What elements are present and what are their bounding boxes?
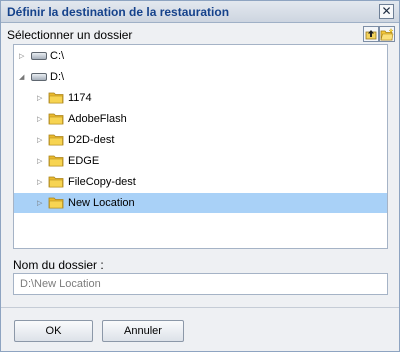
tree-item[interactable]: ▷ New Location bbox=[14, 193, 387, 213]
collapsed-arrow-icon[interactable]: ▷ bbox=[37, 157, 44, 165]
restore-destination-dialog: Définir la destination de la restauratio… bbox=[0, 0, 400, 352]
tree-item-label: D2D-dest bbox=[68, 134, 115, 146]
drive-icon bbox=[31, 52, 47, 60]
tree-item[interactable]: ▷ EDGE bbox=[14, 151, 387, 171]
tree-item-label: EDGE bbox=[68, 155, 100, 167]
tree-item[interactable]: ◢ D:\ bbox=[14, 67, 387, 87]
collapsed-arrow-icon[interactable]: ▷ bbox=[37, 178, 44, 186]
tree-item[interactable]: ▷ C:\ bbox=[14, 46, 387, 66]
folder-icon bbox=[48, 197, 64, 209]
close-button[interactable]: ✕ bbox=[379, 4, 394, 19]
expanded-arrow-icon[interactable]: ◢ bbox=[19, 73, 26, 81]
tree-item-label: D:\ bbox=[50, 71, 65, 83]
close-icon: ✕ bbox=[381, 4, 392, 18]
new-folder-button[interactable] bbox=[379, 26, 395, 42]
tree-item-label: 1174 bbox=[68, 92, 92, 104]
folder-icon bbox=[48, 176, 64, 188]
tree-item[interactable]: ▷ FileCopy-dest bbox=[14, 172, 387, 192]
collapsed-arrow-icon[interactable]: ▷ bbox=[37, 115, 44, 123]
folder-icon bbox=[48, 155, 64, 167]
collapsed-arrow-icon[interactable]: ▷ bbox=[19, 52, 26, 60]
folder-name-label: Nom du dossier : bbox=[13, 258, 104, 272]
select-folder-label: Sélectionner un dossier bbox=[7, 28, 133, 42]
folder-tree[interactable]: ▷ C:\ ◢ D:\ ▷ 1174 ▷ AdobeFlash ▷ D2D-dest ▷ EDGE ▷ F… bbox=[13, 44, 388, 249]
folder-icon bbox=[48, 113, 64, 125]
folder-icon bbox=[48, 134, 64, 146]
tree-item[interactable]: ▷ AdobeFlash bbox=[14, 109, 387, 129]
tree-item-label: AdobeFlash bbox=[68, 113, 127, 125]
up-folder-button[interactable] bbox=[363, 26, 379, 42]
folder-name-input[interactable] bbox=[13, 273, 388, 295]
up-folder-icon bbox=[365, 30, 377, 40]
drive-icon bbox=[31, 73, 47, 81]
title-bar[interactable]: Définir la destination de la restauratio… bbox=[1, 1, 399, 23]
collapsed-arrow-icon[interactable]: ▷ bbox=[37, 136, 44, 144]
ok-button[interactable]: OK bbox=[14, 320, 93, 342]
tree-item-label: C:\ bbox=[50, 50, 65, 62]
tree-item-label: FileCopy-dest bbox=[68, 176, 136, 188]
tree-item-label: New Location bbox=[68, 197, 135, 209]
collapsed-arrow-icon[interactable]: ▷ bbox=[37, 94, 44, 102]
collapsed-arrow-icon[interactable]: ▷ bbox=[37, 199, 44, 207]
dialog-title: Définir la destination de la restauratio… bbox=[7, 5, 230, 19]
new-folder-icon bbox=[380, 27, 394, 40]
tree-item[interactable]: ▷ D2D-dest bbox=[14, 130, 387, 150]
tree-item[interactable]: ▷ 1174 bbox=[14, 88, 387, 108]
cancel-button[interactable]: Annuler bbox=[102, 320, 184, 342]
folder-icon bbox=[48, 92, 64, 104]
footer-divider bbox=[1, 307, 399, 308]
